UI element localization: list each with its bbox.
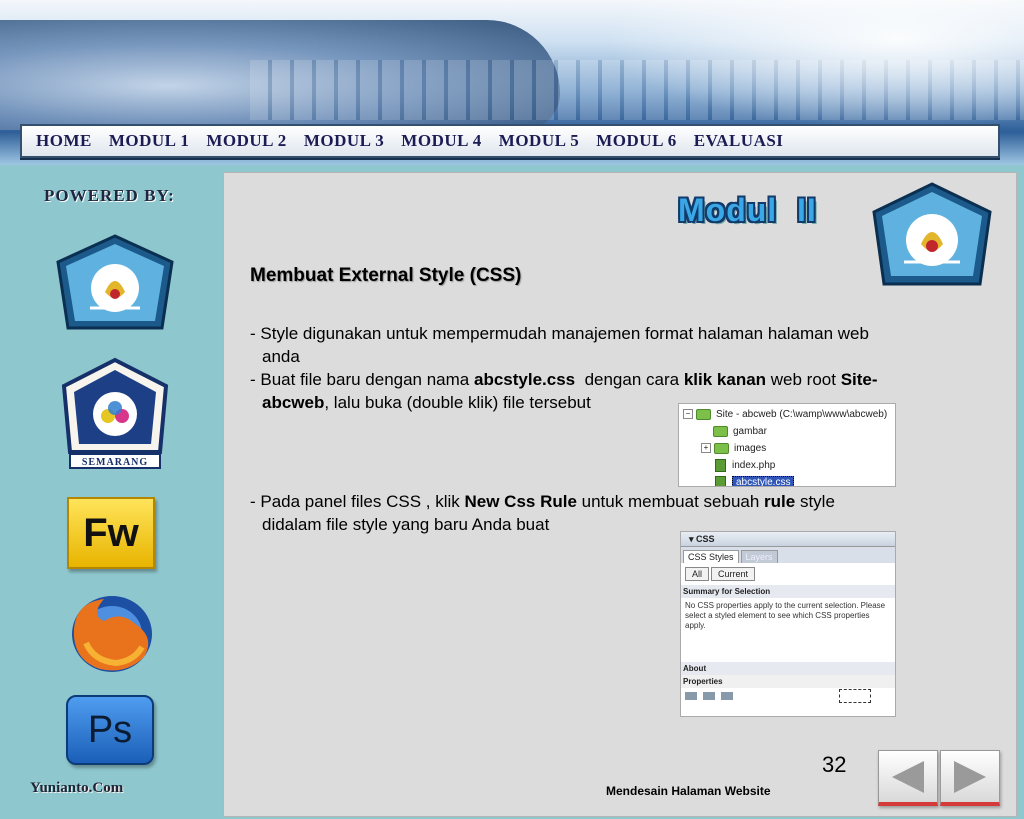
nav-modul-3[interactable]: MODUL 3 [304, 131, 384, 151]
tree-item-label: gambar [733, 426, 767, 437]
nav-home[interactable]: HOME [36, 131, 92, 151]
modul-title: Modul II [678, 192, 817, 228]
summary-text: No CSS properties apply to the current s… [685, 601, 886, 630]
firefox-icon [64, 593, 160, 675]
p3-rule: rule [764, 492, 796, 511]
fireworks-icon: Fw [67, 497, 155, 569]
alpha-view-icon [703, 692, 715, 700]
paragraph-3: - Pada panel files CSS , klik New Css Ru… [250, 490, 985, 536]
file-icon [715, 475, 726, 486]
tree-item-label-selected: abcstyle.css [732, 476, 795, 486]
p3-new-css-rule: New Css Rule [464, 492, 577, 511]
nav-modul-5[interactable]: MODUL 5 [499, 131, 579, 151]
p2-text-h: , lalu buka (double klik) file tersebut [324, 393, 591, 412]
arrow-right-icon [954, 760, 986, 793]
paragraph-1-line-1: - Style digunakan untuk mempermudah mana… [250, 324, 869, 343]
collapse-icon: − [683, 409, 693, 420]
css-panel-tabs: CSS Styles Layers [681, 547, 895, 563]
p2-site: Site- [840, 370, 878, 389]
nav-evaluasi[interactable]: EVALUASI [694, 131, 784, 151]
p2-text-c: dengan cara [575, 370, 684, 389]
file-icon [715, 458, 726, 472]
tab-css-styles: CSS Styles [683, 550, 739, 563]
summary-label: Summary for Selection [681, 585, 895, 598]
tab-layers: Layers [740, 550, 778, 563]
css-panel-title: ▾ CSS [681, 532, 895, 547]
page-number: 32 [822, 752, 847, 777]
p2-filename: abcstyle.css [473, 370, 576, 389]
photoshop-label: Ps [87, 708, 133, 751]
fireworks-label: Fw [83, 510, 139, 555]
tree-item-images: + images [683, 440, 891, 457]
set-properties-icon [721, 692, 733, 700]
arrow-left-icon [892, 760, 924, 793]
tree-item-abcstyle: abcstyle.css [683, 474, 891, 486]
nav-modul-2[interactable]: MODUL 2 [206, 131, 286, 151]
main-nav: HOME MODUL 1 MODUL 2 MODUL 3 MODUL 4 MOD… [20, 124, 1000, 158]
folder-icon [714, 442, 729, 454]
paragraph-1: - Style digunakan untuk mempermudah mana… [250, 322, 985, 368]
about-label: About [681, 662, 895, 675]
footer-title: Mendesain Halaman Website [606, 784, 771, 798]
tree-item-label: index.php [732, 460, 776, 471]
current-button: Current [711, 567, 756, 581]
css-panel-toolbar [681, 688, 895, 704]
category-view-icon [685, 692, 697, 700]
properties-label: Properties [681, 675, 895, 688]
tree-item-label: images [734, 443, 767, 454]
semarang-label: SEMARANG [81, 457, 149, 468]
file-tree-screenshot: − Site - abcweb (C:\wamp\www\abcweb) gamb… [678, 403, 896, 487]
tree-root-label: Site - abcweb (C:\wamp\www\abcweb) [716, 409, 888, 420]
powered-by-label: POWERED BY: [44, 186, 175, 205]
p3-text-c: untuk membuat sebuah [576, 492, 765, 511]
footer-brand: Yunianto.Com [30, 780, 124, 796]
tree-item-gambar: gambar [683, 423, 891, 440]
tut-wuri-logo [50, 232, 180, 344]
p3-text-a: - Pada panel files CSS , klik [250, 492, 465, 511]
all-button: All [685, 567, 710, 581]
next-button[interactable] [940, 750, 1000, 806]
tree-item-index: index.php [683, 457, 891, 474]
new-css-rule-icon [839, 689, 871, 703]
nav-modul-4[interactable]: MODUL 4 [401, 131, 481, 151]
p2-text-e: web root [766, 370, 841, 389]
banner-gloss [604, 0, 1024, 130]
p3-text-e: style [795, 492, 835, 511]
paragraph-3-line-1: - Pada panel files CSS , klik New Css Ru… [250, 490, 985, 513]
tut-wuri-logo-large [866, 180, 998, 300]
css-panel-buttons: All Current [681, 563, 895, 585]
folder-icon [696, 408, 711, 420]
nav-modul-1[interactable]: MODUL 1 [109, 131, 189, 151]
p2-text-a: - Buat file baru dengan nama [250, 370, 474, 389]
prev-button[interactable] [878, 750, 938, 806]
nav-modul-6[interactable]: MODUL 6 [596, 131, 676, 151]
paragraph-2-line-1: - Buat file baru dengan nama abcstyle.cs… [250, 368, 985, 391]
folder-icon [713, 425, 728, 437]
expand-icon: + [701, 443, 711, 454]
paragraph-1-line-2: anda [262, 347, 300, 366]
css-panel-screenshot: ▾ CSS CSS Styles Layers All Current Summa… [680, 531, 896, 717]
p2-abcweb: abcweb [262, 393, 325, 412]
section-heading: Membuat External Style (CSS) [250, 265, 522, 286]
tree-root: − Site - abcweb (C:\wamp\www\abcweb) [683, 406, 891, 423]
photoshop-icon: Ps [66, 695, 154, 765]
p2-klik-kanan: klik kanan [683, 370, 767, 389]
